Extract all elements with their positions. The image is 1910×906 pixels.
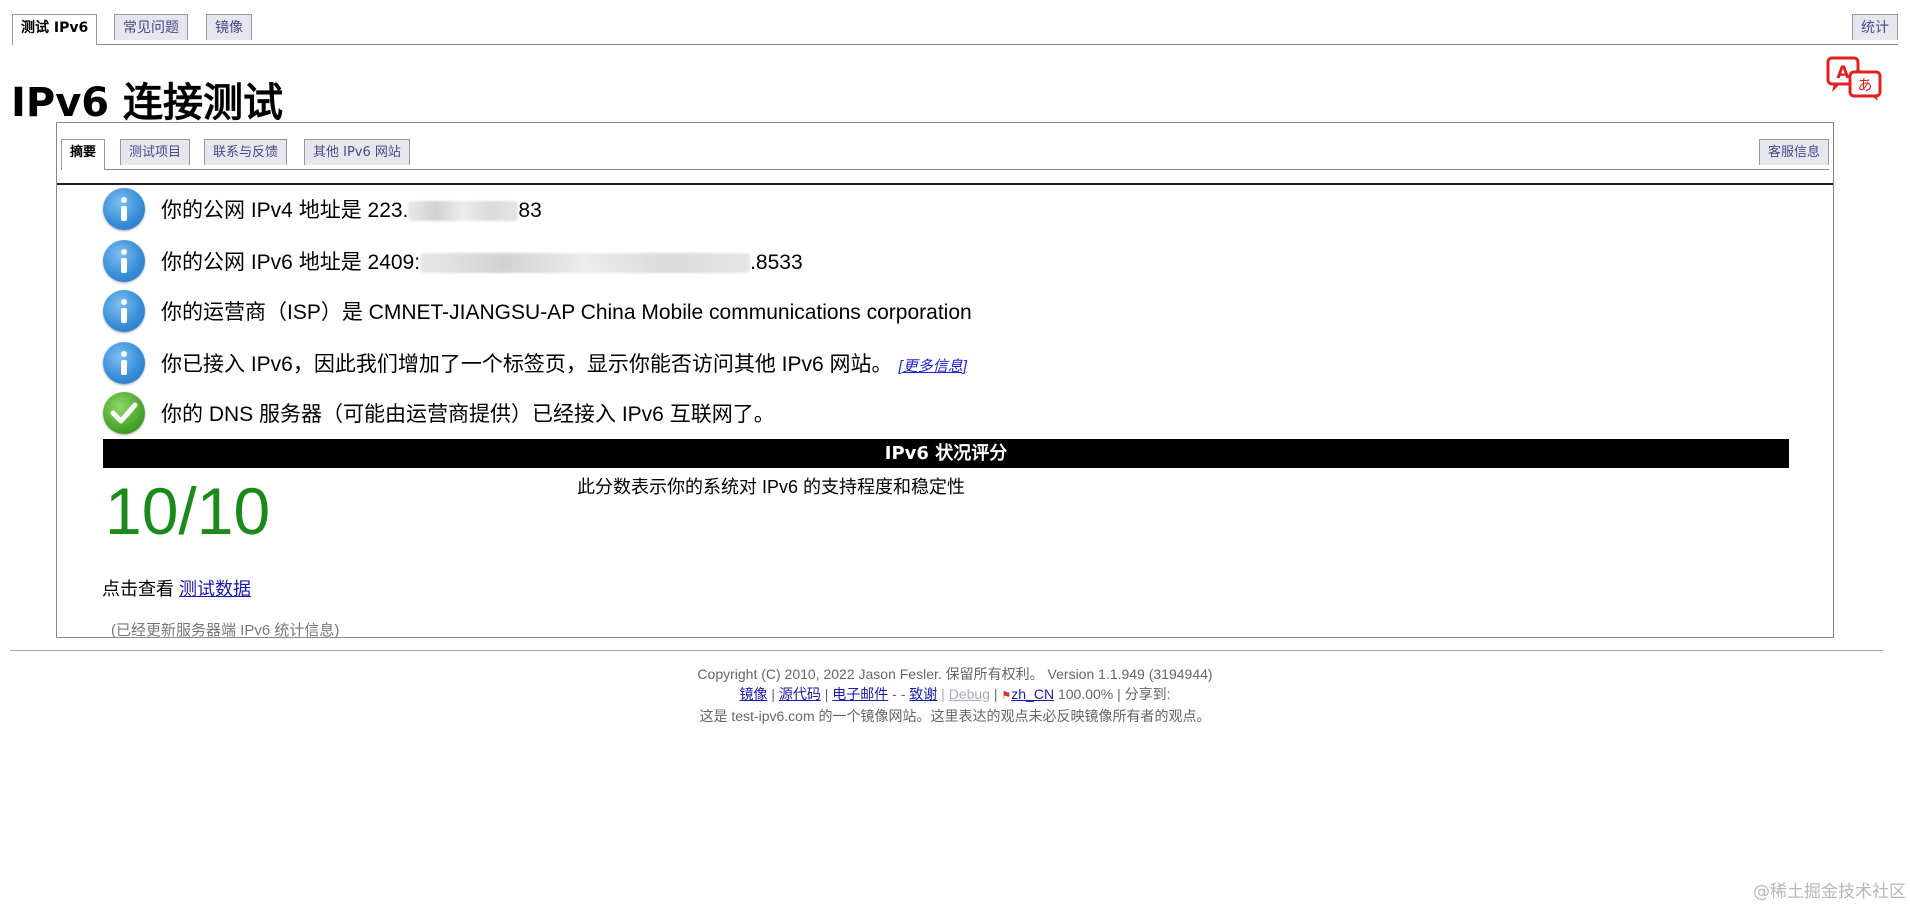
locale-flag-icon: ⚑ <box>1001 690 1012 702</box>
dns-text: 你的 DNS 服务器（可能由运营商提供）已经接入 IPv6 互联网了。 <box>161 403 775 426</box>
top-tab-bar: 测试 IPv6 常见问题 镜像 统计 <box>12 14 1898 45</box>
ipv4-label: 你的公网 IPv4 地址是 223. <box>161 199 409 222</box>
info-row-ipv4: 你的公网 IPv4 地址是 223. 83 <box>103 185 542 233</box>
svg-text:A: A <box>1836 63 1850 83</box>
ipv6-label: 你的公网 IPv6 地址是 2409: <box>161 251 421 274</box>
score-description: 此分数表示你的系统对 IPv6 的支持程度和稳定性 <box>577 477 966 497</box>
masked-ip <box>408 201 519 222</box>
more-info-link[interactable]: [更多信息] <box>899 358 967 375</box>
tab-other-sites[interactable]: 其他 IPv6 网站 <box>304 139 410 165</box>
tab-contact[interactable]: 联系与反馈 <box>204 139 288 165</box>
locale-percent: 100.00% <box>1057 686 1114 702</box>
mirror-note: 这是 test-ipv6.com 的一个镜像网站。这里表达的观点未必反映镜像所有… <box>699 708 1211 724</box>
tab-summary[interactable]: 摘要 <box>61 139 106 170</box>
ipv6-tab-text: 你已接入 IPv6，因此我们增加了一个标签页，显示你能否访问其他 IPv6 网站… <box>161 353 893 376</box>
isp-text: 你的运营商（ISP）是 CMNET-JIANGSU-AP China Mobil… <box>161 301 972 324</box>
footer-divider <box>10 650 1883 651</box>
click-view-label: 点击查看 <box>102 579 174 599</box>
summary-panel: 摘要 测试项目 联系与反馈 其他 IPv6 网站 客服信息 你的公网 IPv4 … <box>56 122 1834 639</box>
watermark: @稀土掘金技术社区 <box>1753 882 1906 902</box>
info-circle-icon <box>103 188 145 230</box>
svg-text:あ: あ <box>1857 76 1872 94</box>
info-circle-icon <box>103 342 145 384</box>
tab-mirrors[interactable]: 镜像 <box>206 14 252 40</box>
email-link[interactable]: 电子邮件 <box>832 686 888 702</box>
ipv6-suffix: .8533 <box>750 251 803 274</box>
info-row-isp: 你的运营商（ISP）是 CMNET-JIANGSU-AP China Mobil… <box>103 287 972 335</box>
email-tail: - - <box>892 686 906 702</box>
source-link[interactable]: 源代码 <box>779 686 821 702</box>
tab-stats[interactable]: 统计 <box>1852 14 1898 40</box>
test-data-link[interactable]: 测试数据 <box>179 579 251 599</box>
tab-tests[interactable]: 测试项目 <box>120 139 191 165</box>
debug-link[interactable]: Debug <box>949 686 990 702</box>
locale-link[interactable]: zh_CN <box>1011 686 1054 702</box>
info-row-ipv6: 你的公网 IPv6 地址是 2409: .8533 <box>103 237 803 285</box>
info-row-ipv6-tab: 你已接入 IPv6，因此我们增加了一个标签页，显示你能否访问其他 IPv6 网站… <box>103 339 967 387</box>
info-circle-icon <box>103 240 145 282</box>
tab-test-ipv6[interactable]: 测试 IPv6 <box>12 14 98 45</box>
translate-icon[interactable]: A あ <box>1826 56 1884 102</box>
share-label: | 分享到: <box>1117 686 1171 702</box>
stats-note: (已经更新服务器端 IPv6 统计信息) <box>111 622 340 639</box>
footer: Copyright (C) 2010, 2022 Jason Fesler. 保… <box>0 664 1910 726</box>
info-row-dns: 你的 DNS 服务器（可能由运营商提供）已经接入 IPv6 互联网了。 <box>103 389 775 437</box>
copyright: Copyright (C) 2010, 2022 Jason Fesler. 保… <box>697 666 1213 682</box>
checkmark-circle-icon <box>103 392 145 434</box>
click-view: 点击查看 测试数据 <box>102 575 251 601</box>
page-title: IPv6 连接测试 <box>11 80 284 126</box>
score-value: 10/10 <box>105 474 271 548</box>
tab-faq[interactable]: 常见问题 <box>114 14 188 40</box>
thanks-link[interactable]: 致谢 <box>909 686 937 702</box>
masked-ip <box>420 253 751 274</box>
inner-tab-bar: 摘要 测试项目 联系与反馈 其他 IPv6 网站 客服信息 <box>61 139 1829 170</box>
mirrors-link[interactable]: 镜像 <box>739 686 767 702</box>
tab-support-info[interactable]: 客服信息 <box>1758 139 1829 165</box>
ipv4-suffix: 83 <box>518 199 542 222</box>
info-circle-icon <box>103 290 145 332</box>
score-header: IPv6 状况评分 <box>103 439 1789 468</box>
footer-links: 镜像 | 源代码 | 电子邮件 - - 致谢 | Debug | ⚑zh_CN … <box>739 686 1171 702</box>
